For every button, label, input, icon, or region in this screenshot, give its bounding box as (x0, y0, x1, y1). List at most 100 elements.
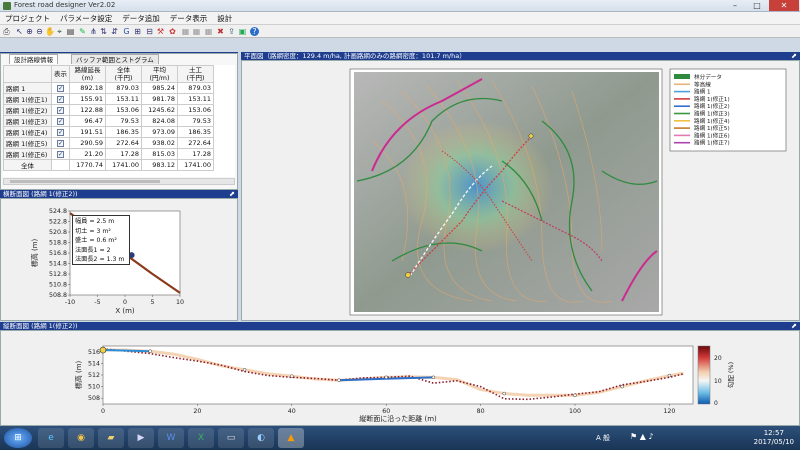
disabled-tool-3-icon[interactable]: ▦ (204, 27, 213, 36)
menu-add-data[interactable]: データ追加 (117, 12, 165, 24)
table-row[interactable]: 路網 1(修正3) ✓ 96.47 79.53 824.08 79.53 (3, 115, 214, 127)
show-checkbox-cell[interactable]: ✓ (51, 148, 70, 160)
plan-undock-icon[interactable]: ⬈ (791, 52, 797, 60)
ie-icon[interactable]: e (38, 428, 64, 448)
cross-xtick-label: -10 (65, 299, 75, 306)
table-row[interactable]: 路網 1(修正1) ✓ 155.91 153.11 981.78 153.11 (3, 93, 214, 105)
road-end-marker[interactable] (528, 133, 534, 139)
cross-section-header: 横断面図 (路網 1(修正2)) ⬈ (0, 190, 238, 198)
disabled-tool-2-icon[interactable]: ▦ (192, 27, 201, 36)
cross-section-title: 横断面図 (路網 1(修正2)) (3, 190, 78, 198)
cross-ytick-label: 512.8 (49, 271, 67, 278)
table-horizontal-scrollbar[interactable] (3, 178, 235, 185)
tray-icons[interactable]: ⚑ ▲ ♪ (630, 432, 654, 441)
zoom-in-icon[interactable]: ⊕ (25, 27, 34, 36)
column-header-length[interactable]: 路線延長 (m) (69, 65, 106, 83)
legend-label: 路網 1(修正6) (694, 131, 730, 139)
column-header-show[interactable]: 表示 (51, 65, 70, 83)
show-checkbox[interactable]: ✓ (57, 118, 64, 125)
legend-label: 路網 1(修正5) (694, 124, 730, 132)
excel-icon[interactable]: X (188, 428, 214, 448)
export-icon[interactable]: ⇪ (227, 27, 236, 36)
table-row[interactable]: 路網 1(修正4) ✓ 191.51 186.35 973.09 186.35 (3, 126, 214, 138)
disabled-tool-1-icon[interactable]: ▦ (181, 27, 190, 36)
show-checkbox-cell[interactable]: ✓ (51, 93, 70, 105)
show-checkbox-cell[interactable]: ✓ (51, 104, 70, 116)
show-checkbox[interactable]: ✓ (57, 140, 64, 147)
save-icon[interactable]: ▣ (238, 27, 247, 36)
clock-time: 12:57 (763, 429, 784, 437)
ime-indicator[interactable]: A 般 (596, 433, 610, 443)
table-row[interactable]: 路網 1 ✓ 892.18 879.03 985.24 879.03 (3, 82, 214, 94)
column-header-earth[interactable]: 土工 (千円) (177, 65, 214, 83)
route-table-panel: 設計路線情報 バッファ範囲とストグラム 表示 路線延長 (m) 全体 (千円) … (0, 53, 238, 190)
show-checkbox[interactable]: ✓ (57, 96, 64, 103)
tab-route-info[interactable]: 設計路線情報 (9, 54, 58, 64)
draw-line-icon[interactable]: ✎ (78, 27, 87, 36)
optimize-icon[interactable]: ✿ (168, 27, 177, 36)
menu-show-data[interactable]: データ表示 (165, 12, 213, 24)
app2-icon[interactable]: ◐ (248, 428, 274, 448)
datatip-icon[interactable]: ⌖ (55, 27, 64, 36)
profile-node (384, 375, 388, 380)
matlab-app-icon[interactable]: ▲ (278, 428, 304, 448)
cross-section-icon[interactable]: ⊞ (133, 27, 142, 36)
help-icon[interactable]: ? (250, 27, 259, 36)
colorbar-tick-10: 10 (714, 378, 722, 385)
scrollbar-thumb[interactable] (10, 180, 160, 183)
pointer-icon[interactable]: ↖ (15, 27, 24, 36)
show-checkbox[interactable]: ✓ (57, 107, 64, 114)
cross-ytick-label: 518.8 (49, 240, 67, 247)
delete-icon[interactable]: ✖ (216, 27, 225, 36)
zoom-out-icon[interactable]: ⊖ (35, 27, 44, 36)
app-window-icon[interactable]: ▭ (218, 428, 244, 448)
menu-parameters[interactable]: パラメータ設定 (55, 12, 117, 24)
graph-icon[interactable]: G (122, 27, 131, 36)
print-icon[interactable]: ⎙ (2, 27, 11, 36)
undock-icon[interactable]: ⬈ (229, 190, 235, 198)
show-checkbox-cell[interactable]: ✓ (51, 115, 70, 127)
show-checkbox-cell[interactable]: ✓ (51, 126, 70, 138)
profile-icon[interactable]: ⊟ (145, 27, 154, 36)
edit-node-icon[interactable]: ⋔ (89, 27, 98, 36)
route-search-icon[interactable]: ⚒ (156, 27, 165, 36)
show-checkbox-cell[interactable]: ✓ (51, 82, 70, 94)
chrome-icon[interactable]: ◉ (68, 428, 94, 448)
table-row[interactable]: 路網 1(修正5) ✓ 290.59 272.64 938.02 272.64 (3, 137, 214, 149)
profile-xtick-label: 0 (101, 408, 105, 415)
plan-map[interactable]: 林分データ等高線路網 1路網 1(修正1)路網 1(修正2)路網 1(修正3)路… (242, 61, 799, 320)
table-row[interactable]: 全体 1770.74 1741.00 983.12 1741.00 (3, 159, 214, 171)
media-icon[interactable]: ▶ (128, 428, 154, 448)
legend-label: 路網 1 (694, 88, 711, 96)
system-clock[interactable]: 12:57 2017/05/10 (754, 429, 794, 447)
profile-undock-icon[interactable]: ⬈ (791, 322, 797, 330)
show-checkbox[interactable]: ✓ (57, 151, 64, 158)
close-button[interactable]: ✕ (769, 0, 799, 11)
split-icon[interactable]: ⇅ (99, 27, 108, 36)
start-button[interactable]: ⊞ (4, 428, 32, 448)
column-header-avg[interactable]: 平均 (円/m) (141, 65, 178, 83)
menu-design[interactable]: 設計 (212, 12, 237, 24)
route-name-cell: 路網 1 (3, 82, 52, 94)
road-start-marker[interactable] (405, 272, 411, 278)
show-checkbox-cell[interactable] (51, 159, 70, 171)
show-checkbox[interactable]: ✓ (57, 129, 64, 136)
word-icon[interactable]: W (158, 428, 184, 448)
total-cost-cell: 153.06 (105, 104, 142, 116)
layer-icon[interactable]: ▤ (66, 27, 75, 36)
toolbar: ⎙ ↖ ⊕ ⊖ ✋ ⌖ ▤ ✎ ⋔ ⇅ ⇵ G ⊞ ⊟ ⚒ ✿ ▦ ▦ ▦ ✖ … (0, 25, 800, 38)
table-row[interactable]: 路網 1(修正2) ✓ 122.88 153.06 1245.62 153.06 (3, 104, 214, 116)
menu-project[interactable]: プロジェクト (0, 12, 55, 24)
table-row[interactable]: 路網 1(修正6) ✓ 21.20 17.28 815.03 17.28 (3, 148, 214, 160)
minimize-button[interactable]: – (724, 0, 746, 11)
column-header-total[interactable]: 全体 (千円) (105, 65, 142, 83)
explorer-icon[interactable]: ▰ (98, 428, 124, 448)
maximize-button[interactable]: □ (746, 0, 768, 11)
tab-buffer-histogram[interactable]: バッファ範囲とストグラム (71, 54, 159, 64)
pan-icon[interactable]: ✋ (45, 27, 55, 36)
show-checkbox[interactable]: ✓ (57, 85, 64, 92)
show-checkbox-cell[interactable]: ✓ (51, 137, 70, 149)
length-cell: 96.47 (69, 115, 106, 127)
profile-node (242, 368, 247, 372)
join-icon[interactable]: ⇵ (110, 27, 119, 36)
